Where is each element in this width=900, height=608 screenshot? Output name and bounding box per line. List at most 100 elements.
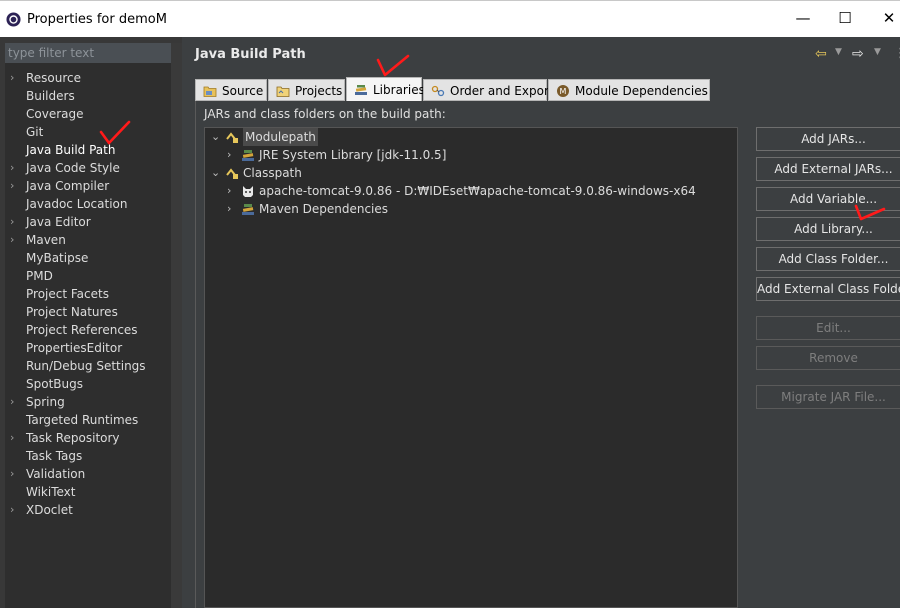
sidebar-item-label: Coverage	[26, 107, 84, 121]
chevron-right-icon[interactable]: ›	[227, 146, 231, 164]
annotation-checkmark-icon	[854, 204, 886, 221]
library-icon	[241, 202, 255, 216]
build-path-tree[interactable]: ⌄ Modulepath › JRE System Library [jdk-11.0…	[204, 127, 738, 608]
sidebar-item[interactable]: Java Build Path	[5, 141, 171, 159]
build-path-label: JARs and class folders on the build path…	[204, 107, 446, 121]
sidebar-item[interactable]: › Java Editor	[5, 213, 171, 231]
sidebar-item[interactable]: Targeted Runtimes	[5, 411, 171, 429]
sidebar-item-label: Task Repository	[26, 431, 120, 445]
add-external-jars-button[interactable]: Add External JARs...	[756, 157, 900, 181]
filter-input[interactable]	[5, 43, 171, 63]
sidebar-item-label: Builders	[26, 89, 75, 103]
sidebar-item-label: SpotBugs	[26, 377, 83, 391]
sidebar-item-label: Project Facets	[26, 287, 109, 301]
sidebar-item[interactable]: Project Natures	[5, 303, 171, 321]
sidebar-item-label: Java Code Style	[26, 161, 120, 175]
tree-node-label: apache-tomcat-9.0.86 - D:₩IDEset₩apache-…	[259, 184, 696, 198]
sidebar-item[interactable]: › Validation	[5, 465, 171, 483]
sidebar-item[interactable]: PropertiesEditor	[5, 339, 171, 357]
sidebar-item[interactable]: SpotBugs	[5, 375, 171, 393]
chevron-right-icon[interactable]: ›	[10, 393, 14, 411]
sidebar-item-label: Run/Debug Settings	[26, 359, 146, 373]
chevron-right-icon[interactable]: ›	[10, 177, 14, 195]
tab-order-and-export[interactable]: Order and Export	[423, 79, 554, 101]
add-external-class-folder-button[interactable]: Add External Class Folder...	[756, 277, 900, 301]
sidebar-item[interactable]: › Resource	[5, 69, 171, 87]
sidebar-item[interactable]: › Maven	[5, 231, 171, 249]
sidebar-item-label: Javadoc Location	[26, 197, 128, 211]
chevron-right-icon[interactable]: ›	[227, 200, 231, 218]
build-path-tabs: Source Projects Libraries Order and Expo…	[195, 77, 900, 101]
chevron-right-icon[interactable]: ›	[10, 465, 14, 483]
remove-button[interactable]: Remove	[756, 346, 900, 370]
migrate-jar-file-button[interactable]: Migrate JAR File...	[756, 385, 900, 409]
chevron-right-icon[interactable]: ›	[10, 159, 14, 177]
sidebar-item-label: Targeted Runtimes	[26, 413, 139, 427]
sidebar-item[interactable]: Task Tags	[5, 447, 171, 465]
sidebar-item[interactable]: › Java Compiler	[5, 177, 171, 195]
tree-node-label: JRE System Library [jdk-11.0.5]	[259, 148, 447, 162]
sidebar-item[interactable]: › Spring	[5, 393, 171, 411]
close-button[interactable]: ✕	[879, 8, 899, 28]
sidebar-item[interactable]: Project References	[5, 321, 171, 339]
sidebar-item-label: Validation	[26, 467, 86, 481]
tab-libraries[interactable]: Libraries	[346, 77, 425, 101]
sidebar-item[interactable]: WikiText	[5, 483, 171, 501]
add-jars-button[interactable]: Add JARs...	[756, 127, 900, 151]
view-menu-icon[interactable]: ⋮	[894, 46, 900, 61]
projects-icon	[276, 86, 290, 97]
source-folder-icon	[203, 86, 217, 97]
tab-label: Projects	[295, 84, 343, 98]
chevron-down-icon[interactable]: ⌄	[211, 164, 220, 182]
chevron-right-icon[interactable]: ›	[10, 231, 14, 249]
sidebar-item[interactable]: › XDoclet	[5, 501, 171, 519]
sidebar-item-label: Resource	[26, 71, 82, 85]
tree-node-label: Modulepath	[243, 128, 318, 146]
maximize-button[interactable]: ☐	[835, 8, 855, 28]
sidebar-item[interactable]: Project Facets	[5, 285, 171, 303]
sidebar-item[interactable]: Javadoc Location	[5, 195, 171, 213]
add-class-folder-button[interactable]: Add Class Folder...	[756, 247, 900, 271]
tab-label: Source	[222, 84, 264, 98]
classpath-icon	[225, 166, 239, 180]
title-bar: Properties for demoM — ☐ ✕	[0, 0, 900, 37]
libraries-tab-content: JARs and class folders on the build path…	[195, 101, 900, 608]
tree-node-label: Classpath	[243, 166, 302, 180]
chevron-right-icon[interactable]: ›	[227, 182, 231, 200]
sidebar-scrollbar[interactable]	[171, 43, 182, 608]
tab-projects[interactable]: Projects	[268, 79, 345, 101]
eclipse-app-icon	[6, 12, 21, 27]
minimize-button[interactable]: —	[793, 8, 813, 28]
main-panel: Java Build Path ⇦ ▼ ⇨ ▼ ⋮ Source Project…	[182, 37, 900, 608]
sidebar-item-label: Spring	[26, 395, 65, 409]
back-arrow-icon[interactable]: ⇦	[815, 46, 827, 62]
tab-source[interactable]: Source	[195, 79, 267, 101]
sidebar-item-label: WikiText	[26, 485, 76, 499]
sidebar-item-label: Project References	[26, 323, 138, 337]
chevron-right-icon[interactable]: ›	[10, 501, 14, 519]
chevron-down-icon[interactable]: ⌄	[211, 128, 220, 146]
property-page-tree: › Resource Builders Coverage Git Java Build P…	[5, 69, 171, 519]
tab-module-dependencies[interactable]: M Module Dependencies	[548, 79, 710, 101]
chevron-right-icon[interactable]: ›	[10, 213, 14, 231]
sidebar-item[interactable]: Git	[5, 123, 171, 141]
forward-arrow-icon[interactable]: ⇨	[852, 46, 864, 62]
sidebar-item-label: Git	[26, 125, 44, 139]
sidebar-item[interactable]: Builders	[5, 87, 171, 105]
modulepath-icon	[225, 130, 239, 144]
sidebar-item[interactable]: PMD	[5, 267, 171, 285]
annotation-checkmark-icon	[99, 120, 131, 145]
chevron-right-icon[interactable]: ›	[10, 429, 14, 447]
order-export-icon	[431, 85, 445, 97]
forward-dropdown-icon[interactable]: ▼	[874, 47, 881, 57]
sidebar-item[interactable]: MyBatipse	[5, 249, 171, 267]
sidebar-item[interactable]: Run/Debug Settings	[5, 357, 171, 375]
library-icon	[241, 148, 255, 162]
sidebar-item[interactable]: › Java Code Style	[5, 159, 171, 177]
sidebar-item[interactable]: › Task Repository	[5, 429, 171, 447]
chevron-right-icon[interactable]: ›	[10, 69, 14, 87]
svg-text:M: M	[560, 87, 567, 96]
edit-button[interactable]: Edit...	[756, 316, 900, 340]
back-dropdown-icon[interactable]: ▼	[835, 47, 842, 57]
sidebar-item[interactable]: Coverage	[5, 105, 171, 123]
